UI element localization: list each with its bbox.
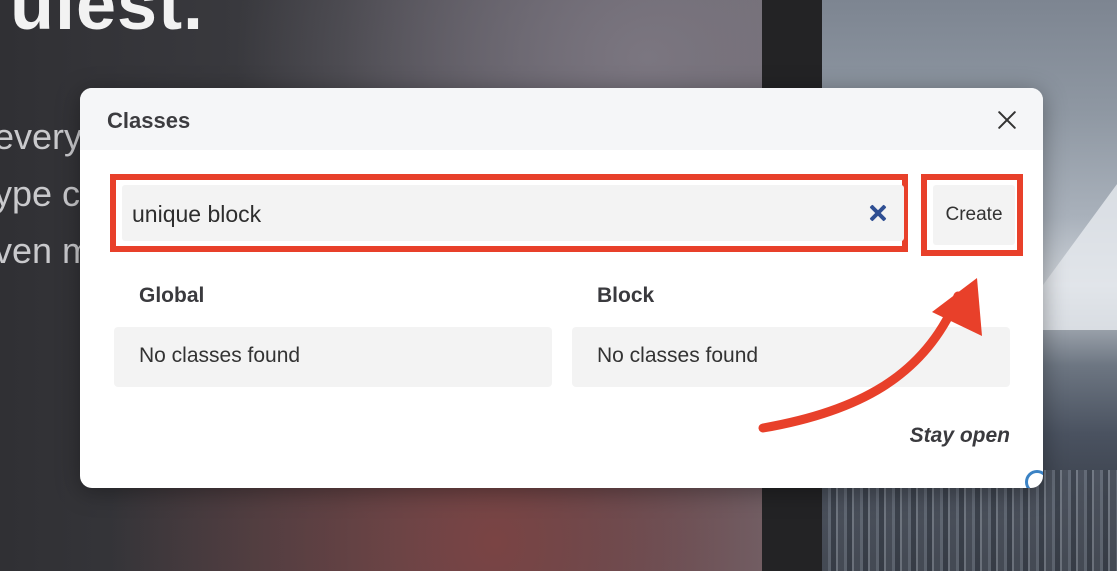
class-search-input[interactable] — [130, 185, 854, 243]
block-column-label: Block — [597, 284, 655, 307]
stay-open-toggle[interactable]: Stay open — [910, 424, 1010, 448]
create-button[interactable]: Create — [933, 185, 1015, 245]
modal-header: Classes — [80, 88, 1043, 150]
global-empty-state: No classes found — [114, 327, 552, 387]
global-column-label: Global — [139, 284, 205, 307]
modal-title: Classes — [107, 108, 191, 133]
class-search-field — [122, 185, 904, 243]
classes-modal: Classes Create Global Block No classes f… — [80, 88, 1043, 488]
hero-text-line: ven m — [0, 230, 93, 271]
hero-text-line: every — [0, 116, 83, 157]
clear-x-icon[interactable] — [866, 201, 890, 225]
block-empty-state: No classes found — [572, 327, 1010, 387]
loading-spinner-icon — [1025, 470, 1043, 488]
close-icon[interactable] — [993, 106, 1021, 134]
hero-heading: uiest. — [10, 0, 205, 45]
hero-text-line: ype c — [0, 173, 81, 214]
